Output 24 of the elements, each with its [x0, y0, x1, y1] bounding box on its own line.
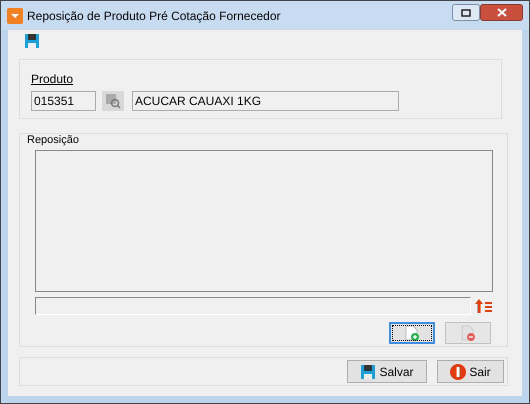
close-button[interactable]: [480, 4, 523, 21]
app-icon: [7, 8, 23, 24]
save-icon: [360, 364, 376, 380]
save-icon: [24, 33, 40, 49]
product-label: Produto: [31, 72, 74, 86]
sort-icon: [474, 298, 492, 314]
reposition-label: Reposição: [27, 133, 80, 148]
search-button[interactable]: [102, 91, 124, 111]
close-icon: [496, 8, 506, 17]
remove-document-icon: [460, 324, 476, 340]
save-button[interactable]: Salvar: [347, 360, 427, 383]
input-field[interactable]: [35, 296, 471, 314]
exit-icon: [450, 364, 466, 380]
search-icon: [105, 93, 121, 109]
restore-button[interactable]: [452, 4, 480, 21]
sort-button[interactable]: [474, 296, 492, 314]
add-button[interactable]: [389, 322, 435, 344]
product-code-field[interactable]: 015351: [31, 91, 96, 111]
add-document-icon: [404, 324, 420, 340]
save-toolbar-button[interactable]: [23, 32, 41, 50]
window-title: Reposição de Produto Pré Cotação Fornecedor: [27, 8, 280, 24]
exit-button[interactable]: Sair: [437, 360, 504, 383]
restore-icon: [461, 8, 471, 16]
product-name-field[interactable]: ACUCAR CAUAXI 1KG: [132, 91, 399, 111]
